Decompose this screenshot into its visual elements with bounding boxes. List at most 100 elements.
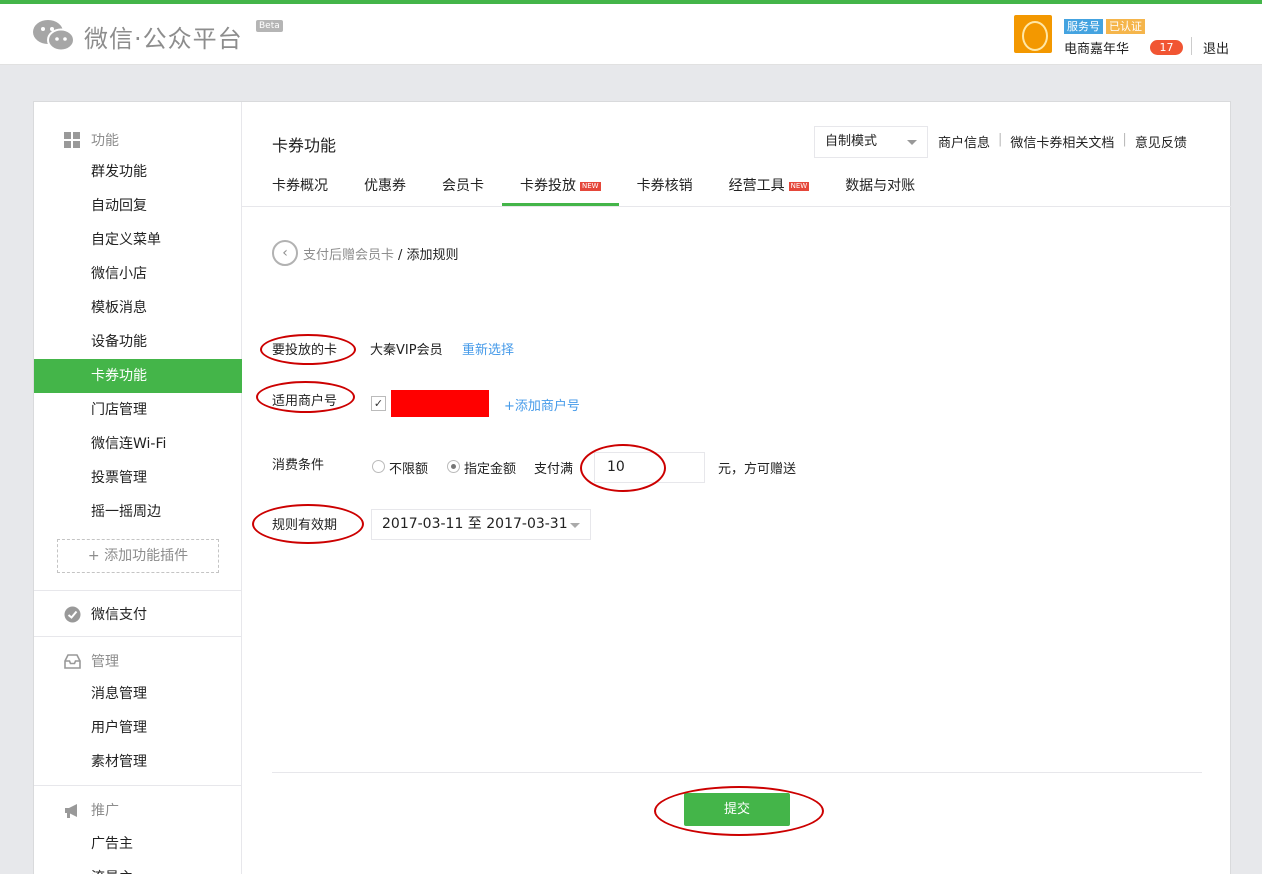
megaphone-icon (64, 802, 81, 819)
form-footer-divider (272, 772, 1202, 773)
wechat-pay-label: 微信支付 (91, 607, 147, 623)
page-title: 卡券功能 (272, 136, 337, 155)
tab-label: 会员卡 (442, 178, 484, 194)
content-container: 功能 群发功能 自动回复 自定义菜单 微信小店 模板消息 设备功能 卡券功能 门… (33, 101, 1232, 874)
merchant-info-link[interactable]: 商户信息 (938, 132, 990, 151)
sidebar-divider (34, 785, 242, 786)
card-docs-link[interactable]: 微信卡券相关文档 (1010, 132, 1114, 151)
sidebar-item-vote[interactable]: 投票管理 (34, 461, 242, 495)
chevron-down-icon (907, 140, 917, 145)
sidebar-item-auto-reply[interactable]: 自动回复 (34, 189, 242, 223)
merchant-checkbox[interactable]: ✓ (371, 396, 386, 411)
link-separator: | (1122, 132, 1127, 147)
tab-label: 数据与对账 (845, 178, 916, 194)
beta-badge: Beta (256, 20, 283, 32)
period-date-range[interactable]: 2017-03-11 至 2017-03-31 (371, 509, 591, 540)
card-label: 要投放的卡 (272, 343, 338, 358)
logout-link[interactable]: 退出 (1203, 38, 1229, 57)
main-panel: 卡券功能 自制模式 商户信息 | 微信卡券相关文档 | 意见反馈 卡券概况 优惠… (242, 102, 1232, 874)
sidebar-item-advertiser[interactable]: 广告主 (34, 827, 242, 861)
selected-card-name: 大秦VIP会员 (370, 343, 443, 358)
feedback-link[interactable]: 意见反馈 (1135, 132, 1187, 151)
sidebar-item-device[interactable]: 设备功能 (34, 325, 242, 359)
sidebar-item-wifi[interactable]: 微信连Wi-Fi (34, 427, 242, 461)
sidebar-divider (34, 636, 242, 637)
radio-specified-amount[interactable] (447, 460, 460, 473)
sidebar-item-shake[interactable]: 摇一摇周边 (34, 495, 242, 529)
grid-icon (64, 131, 81, 149)
breadcrumb-prev[interactable]: 支付后赠会员卡 (303, 244, 394, 263)
tab-label: 经营工具 (728, 178, 785, 194)
radio-unlimited[interactable] (372, 460, 385, 473)
sidebar-item-publisher[interactable]: 流量主 (34, 861, 242, 874)
sidebar-item-mass-send[interactable]: 群发功能 (34, 155, 242, 189)
period-date-value: 2017-03-11 至 2017-03-31 (382, 516, 568, 532)
add-merchant-link[interactable]: +添加商户号 (504, 395, 580, 414)
sidebar-group-label: 推广 (91, 803, 119, 819)
wechat-pay-icon (64, 606, 81, 623)
pay-prefix: 支付满 (534, 462, 574, 477)
sidebar-group-label: 管理 (91, 654, 119, 670)
mode-select[interactable]: 自制模式 (814, 126, 928, 158)
condition-label: 消费条件 (272, 458, 325, 473)
submit-button[interactable]: 提交 (684, 793, 790, 826)
sidebar-item-users[interactable]: 用户管理 (34, 711, 242, 745)
tabs-divider (242, 206, 1232, 207)
logo[interactable]: 微信·公众平台 (32, 18, 243, 54)
add-plugin-button[interactable]: + 添加功能插件 (57, 539, 219, 573)
back-arrow-icon[interactable]: ‹ (272, 240, 298, 266)
sidebar-item-wechat-shop[interactable]: 微信小店 (34, 257, 242, 291)
account-avatar[interactable] (1014, 15, 1052, 53)
reselect-link[interactable]: 重新选择 (462, 339, 514, 358)
sidebar-item-custom-menu[interactable]: 自定义菜单 (34, 223, 242, 257)
tab-card-verification[interactable]: 卡券核销 (619, 175, 711, 206)
tab-label: 卡券投放 (520, 178, 576, 194)
new-badge: NEW (580, 182, 601, 191)
radio-specified-amount-label: 指定金额 (464, 462, 517, 477)
tab-coupons[interactable]: 优惠券 (346, 175, 424, 206)
sidebar-item-materials[interactable]: 素材管理 (34, 745, 242, 779)
tab-bar: 卡券概况 优惠券 会员卡 卡券投放 NEW 卡券核销 经营工具 NEW 数据与对账 (272, 175, 933, 206)
tab-business-tools[interactable]: 经营工具 NEW (711, 175, 828, 206)
notification-count[interactable]: 17 (1150, 40, 1183, 55)
tab-label: 卡券概况 (272, 178, 328, 194)
tab-label: 卡券核销 (636, 178, 693, 194)
amount-input[interactable]: 10 (594, 452, 705, 483)
sidebar-group-function: 功能 (64, 130, 119, 150)
top-links: 商户信息 | 微信卡券相关文档 | 意见反馈 (938, 132, 1187, 151)
account-name[interactable]: 电商嘉年华 (1064, 38, 1129, 57)
new-badge: NEW (788, 182, 810, 191)
tab-member-card[interactable]: 会员卡 (424, 175, 502, 206)
sidebar-item-card-coupon[interactable]: 卡券功能 (34, 359, 242, 393)
breadcrumb-current: / 添加规则 (398, 247, 459, 263)
sidebar-divider (34, 590, 242, 591)
breadcrumb: ‹ 支付后赠会员卡 / 添加规则 (272, 240, 459, 266)
sidebar-group-manage: 管理 (64, 651, 119, 671)
sidebar-item-wechat-pay[interactable]: 微信支付 (64, 604, 147, 624)
sidebar-group-label: 功能 (91, 133, 119, 149)
chevron-down-icon (570, 523, 580, 528)
sidebar: 功能 群发功能 自动回复 自定义菜单 微信小店 模板消息 设备功能 卡券功能 门… (34, 102, 242, 874)
logo-text: 微信·公众平台 (84, 24, 243, 53)
period-label: 规则有效期 (272, 518, 338, 533)
mode-select-value: 自制模式 (825, 134, 878, 149)
pay-suffix: 元，方可赠送 (718, 462, 797, 477)
radio-unlimited-label: 不限额 (389, 462, 429, 477)
merchant-label: 适用商户号 (272, 394, 338, 409)
redacted-merchant-id (391, 390, 489, 417)
sidebar-group-promote: 推广 (64, 800, 119, 820)
link-separator: | (998, 132, 1003, 147)
sidebar-item-store[interactable]: 门店管理 (34, 393, 242, 427)
top-bar: 微信·公众平台 Beta 服务号 已认证 电商嘉年华 17 退出 (0, 0, 1262, 65)
inbox-icon (64, 653, 81, 670)
sidebar-item-template-message[interactable]: 模板消息 (34, 291, 242, 325)
wechat-logo-icon (33, 20, 75, 52)
tab-overview[interactable]: 卡券概况 (272, 175, 346, 206)
tab-label: 优惠券 (364, 178, 406, 194)
tab-data-reconciliation[interactable]: 数据与对账 (827, 175, 933, 206)
header-divider (1191, 37, 1192, 55)
verified-badge: 已认证 (1106, 19, 1145, 34)
service-account-badge: 服务号 (1064, 19, 1103, 34)
sidebar-item-messages[interactable]: 消息管理 (34, 677, 242, 711)
tab-card-distribution[interactable]: 卡券投放 NEW (502, 175, 619, 206)
